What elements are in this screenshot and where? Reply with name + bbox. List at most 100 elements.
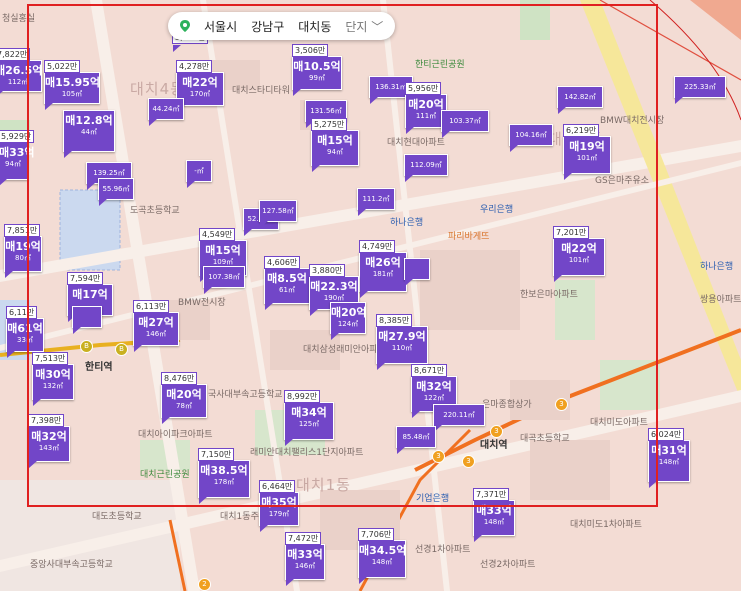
district-selector[interactable]: 강남구 xyxy=(251,18,284,35)
transaction-marker[interactable]: 4,749만 매26억 181㎡ xyxy=(359,240,407,298)
transaction-marker[interactable]: 44.24㎡ xyxy=(148,98,184,126)
marker-sale-price: 매10.5억 xyxy=(293,60,341,73)
marker-sale-price: 매32억 xyxy=(31,430,67,443)
transaction-marker[interactable]: 3,506만 매10.5억 99㎡ xyxy=(292,44,342,96)
transaction-marker[interactable]: 107.38㎡ xyxy=(203,266,245,294)
location-pin-icon xyxy=(180,20,190,32)
transaction-marker[interactable]: 6,024만 매31억 148㎡ xyxy=(648,428,690,488)
transaction-marker[interactable]: 4,606만 매8.5억 61㎡ xyxy=(264,256,310,310)
poi-hana-bank: 하나은행 xyxy=(390,218,424,228)
transaction-marker[interactable]: 103.37㎡ xyxy=(441,110,489,138)
transaction-marker[interactable]: 6,219만 매19억 101㎡ xyxy=(563,124,611,180)
transaction-marker[interactable]: 매20억 124㎡ xyxy=(330,302,367,340)
transaction-marker[interactable]: 8,992만 매34억 125㎡ xyxy=(284,390,334,446)
transaction-marker[interactable]: 8,476만 매20억 78㎡ xyxy=(161,372,207,424)
transaction-marker[interactable]: 5,929만 매33억 94㎡ xyxy=(0,130,35,186)
marker-price-per-area: 6,464만 xyxy=(259,480,296,493)
transaction-marker[interactable]: 142.82㎡ xyxy=(557,86,603,114)
transaction-marker[interactable]: 6,11만 매61억 33㎡ xyxy=(6,306,44,358)
transaction-marker[interactable] xyxy=(72,306,102,334)
map-view[interactable]: 청실홍실 대치4동 대치2동 대치스타디타워 대치현대아파트 우리은행 하나은행… xyxy=(0,0,741,591)
marker-area: 85.48㎡ xyxy=(402,433,430,441)
transaction-marker[interactable]: 5,275만 매15억 94㎡ xyxy=(311,118,359,172)
poi-sunkyung-1: 선경1차아파트 xyxy=(415,545,471,555)
transaction-marker[interactable]: 225.33㎡ xyxy=(674,76,726,104)
transaction-marker[interactable]: 112.09㎡ xyxy=(404,154,448,182)
marker-sale-price: 매35억 xyxy=(261,496,297,509)
poi-kookje: 국사대부속고등학교 xyxy=(208,390,283,400)
transaction-marker[interactable]: 55.96㎡ xyxy=(98,178,134,206)
transaction-marker[interactable]: 3,775만 xyxy=(172,31,209,52)
marker-price-per-area: 3,880만 xyxy=(309,264,346,277)
poi-samsung-raemian: 대치삼성래미안아파트 xyxy=(303,345,386,355)
marker-area: 220.11㎡ xyxy=(443,411,475,419)
transaction-marker[interactable]: 7,472만매33억 146㎡ xyxy=(285,532,325,586)
transaction-marker[interactable]: 7,371만 매33억 148㎡ xyxy=(473,488,515,542)
transaction-marker[interactable]: 7,706만 매34.5억 148㎡ xyxy=(358,528,407,584)
marker-area: 110㎡ xyxy=(391,344,413,352)
marker-area: 111.2㎡ xyxy=(362,195,390,203)
transaction-marker[interactable]: 85.48㎡ xyxy=(396,426,436,454)
marker-price-per-area: 7,150만 xyxy=(198,448,235,461)
transaction-marker[interactable]: 7,513만 매30억 132㎡ xyxy=(32,352,74,406)
marker-area: 178㎡ xyxy=(213,478,235,486)
poi-daechi-mido1: 대치미도1차아파트 xyxy=(570,520,642,530)
transaction-marker[interactable]: 104.16㎡ xyxy=(509,124,553,152)
marker-sale-price: 매33억 xyxy=(476,504,512,517)
marker-price-per-area: 8,671만 xyxy=(411,364,448,377)
marker-sale-price: 매22억 xyxy=(182,76,218,89)
poi-hanti-park: 한티근린공원 xyxy=(415,60,465,70)
marker-sale-price: 매22억 xyxy=(561,242,597,255)
marker-sale-price: 매34.5억 xyxy=(359,544,407,557)
marker-area: 44㎡ xyxy=(81,128,97,136)
poi-sunkyung-2: 선경2차아파트 xyxy=(480,560,536,570)
transaction-marker[interactable]: 매12.8억 44㎡ xyxy=(63,110,115,158)
marker-price-per-area: 7,594만 xyxy=(67,272,104,285)
marker-sale-price: 매26.5억 xyxy=(0,64,43,77)
marker-area: 127.58㎡ xyxy=(262,207,294,215)
marker-price-per-area: 6,113만 xyxy=(133,300,170,313)
transaction-marker[interactable]: 8,385만 매27.9억 110㎡ xyxy=(376,314,428,370)
marker-price-per-area: 5,022만 xyxy=(44,60,81,73)
transaction-marker[interactable]: -㎡ xyxy=(186,160,212,188)
marker-price-per-area: 8,476만 xyxy=(161,372,198,385)
marker-area: 105㎡ xyxy=(61,90,83,98)
marker-price-per-area: 6,024만 xyxy=(648,428,685,441)
marker-price-per-area: 4,278만 xyxy=(176,60,213,73)
marker-sale-price: 매38.5억 xyxy=(200,464,248,477)
poi-woori-bank: 우리은행 xyxy=(480,205,514,215)
marker-price-per-area: 5,275만 xyxy=(311,118,348,131)
region-search-bar[interactable]: 서울시 강남구 대치동 단지 ﹀ xyxy=(168,12,396,40)
marker-price-per-area: 6,219만 xyxy=(563,124,600,137)
transaction-marker[interactable]: 111.2㎡ xyxy=(357,188,395,216)
transaction-marker[interactable]: 7,822만 매26.5억 112㎡ xyxy=(0,48,43,98)
subway-station-icon: 3 xyxy=(432,450,445,463)
marker-area: 146㎡ xyxy=(294,562,316,570)
poi-hyundai-apt: 대치현대아파트 xyxy=(387,138,445,148)
transaction-marker[interactable]: 5,022만 매15.95억 105㎡ xyxy=(44,60,100,110)
transaction-marker[interactable]: 7,150만매38.5억 178㎡ xyxy=(198,448,250,504)
poi-dogok-school: 도곡초등학교 xyxy=(130,206,180,216)
subway-station-icon: 3 xyxy=(555,398,568,411)
transaction-marker[interactable]: 220.11㎡ xyxy=(433,404,485,432)
poi-paris-baguette: 파리바게뜨 xyxy=(448,232,490,242)
complex-selector[interactable]: 단지 ﹀ xyxy=(345,18,383,35)
transaction-marker[interactable]: 6,464만 매35억 179㎡ xyxy=(259,480,299,532)
subway-station-icon: 3 xyxy=(490,425,503,438)
marker-area: 125㎡ xyxy=(298,420,320,428)
transaction-marker[interactable]: 127.58㎡ xyxy=(259,200,297,228)
transaction-marker[interactable]: 7,201만 매22억 101㎡ xyxy=(553,226,605,282)
transaction-marker[interactable]: 7,851만 매19억 80㎡ xyxy=(4,224,42,278)
marker-price-per-area: 5,956만 xyxy=(405,82,442,95)
transaction-marker[interactable]: 6,113만 매27억 146㎡ xyxy=(133,300,179,352)
poi-daechi-park: 대치근린공원 xyxy=(140,470,190,480)
marker-sale-price: 매33억 xyxy=(287,548,323,561)
marker-area: 78㎡ xyxy=(176,402,192,410)
marker-price-per-area: 7,201만 xyxy=(553,226,590,239)
marker-price-per-area: 7,472만 xyxy=(285,532,322,545)
transaction-marker[interactable] xyxy=(404,258,430,286)
marker-sale-price: 매61억 xyxy=(7,322,43,335)
city-selector[interactable]: 서울시 xyxy=(204,18,237,35)
transaction-marker[interactable]: 7,398만 매32억 143㎡ xyxy=(28,414,70,468)
dong-selector[interactable]: 대치동 xyxy=(298,18,331,35)
